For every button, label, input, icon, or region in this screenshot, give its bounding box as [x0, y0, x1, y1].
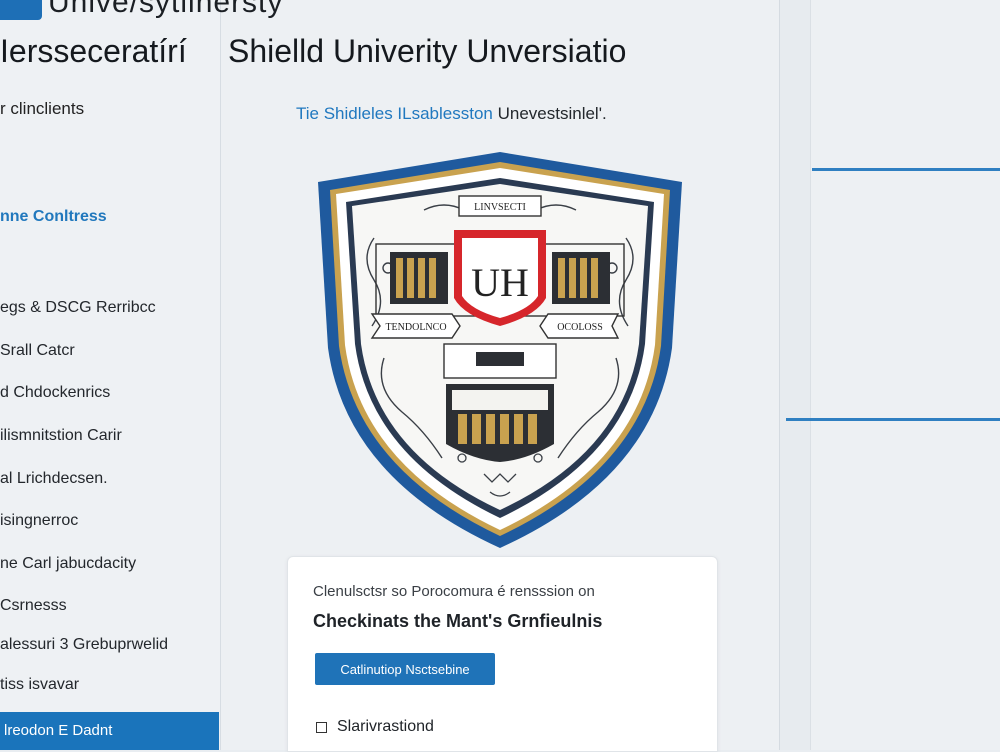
sidebar-item[interactable]: Csrnesss — [0, 597, 67, 615]
right-divider-line — [812, 168, 1000, 171]
shield-caption: Tie Shidleles ILsablesston Unevestsinlel… — [296, 104, 607, 124]
right-divider-line — [786, 418, 1000, 421]
shield-crest-icon: LINVSECTI UH TENDOLNCO OCOLOSS — [318, 152, 682, 548]
card-checkbox-row[interactable]: Slarivrastiond — [316, 718, 434, 736]
crest-center-text: UH — [471, 260, 529, 305]
shield-caption-dark: Unevestsinlel'. — [492, 104, 607, 123]
card-title: Checkinats the Mant's Grnfieulnis — [313, 611, 603, 631]
university-shield-crest: LINVSECTI UH TENDOLNCO OCOLOSS — [314, 148, 686, 557]
sidebar-item-active[interactable]: lreodon E Dadnt — [0, 712, 219, 750]
shield-caption-blue: Tie Shidleles ILsablesston — [296, 104, 493, 123]
info-card: Clenulsctsr so Porocomura é rensssion on… — [287, 556, 718, 752]
university-logo[interactable] — [0, 0, 42, 20]
sidebar-heading: r clinclients — [0, 99, 85, 118]
card-subtitle: Clenulsctsr so Porocomura é rensssion on — [313, 583, 595, 600]
sidebar-item[interactable]: alessuri 3 Grebuprwelid — [0, 636, 168, 654]
crest-top-text: LINVSECTI — [474, 202, 526, 213]
sidebar-item[interactable]: Srall Catcr — [0, 342, 75, 360]
card-action-button[interactable]: Catlinutiop Nsctsebine — [315, 653, 495, 685]
right-panel — [780, 0, 1000, 750]
page-title: Shielld Univerity Unversiatio — [228, 33, 627, 69]
sidebar-item[interactable]: d Chdockenrics — [0, 384, 110, 402]
sidebar-item[interactable]: ilismnitstion Carir — [0, 427, 122, 445]
right-panel-inner — [810, 0, 1000, 750]
sidebar-item[interactable]: isingnerroc — [0, 512, 78, 530]
sidebar-item[interactable]: egs & DSCG Rerribcc — [0, 299, 156, 317]
sidebar: r clinclients nne Conltress egs & DSCG R… — [0, 0, 221, 750]
page-title-left: Iersseceratírí — [0, 33, 187, 69]
sidebar-item[interactable]: ne Carl jabucdacity — [0, 555, 136, 573]
checkbox-label: Slarivrastiond — [337, 718, 434, 735]
app-title: Unive/sytiinersty — [48, 0, 284, 19]
crest-right-banner: OCOLOSS — [557, 322, 603, 333]
checkbox[interactable] — [316, 721, 327, 733]
sidebar-item[interactable]: tiss isvavar — [0, 676, 79, 694]
crest-left-banner: TENDOLNCO — [385, 322, 446, 333]
sidebar-section-link[interactable]: nne Conltress — [0, 208, 107, 226]
sidebar-item[interactable]: al Lrichdecsen. — [0, 470, 108, 488]
